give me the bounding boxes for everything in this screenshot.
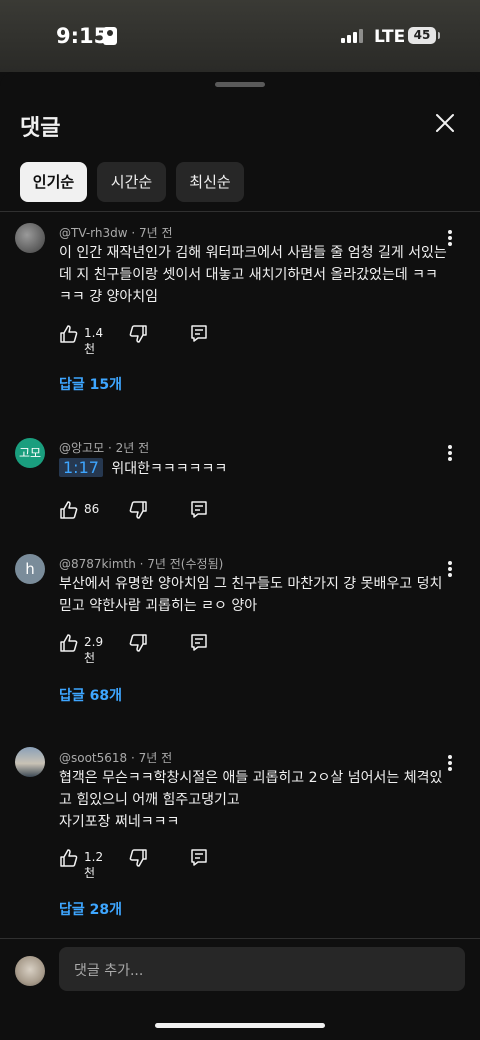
thumbs-up-icon[interactable]	[59, 500, 79, 520]
divider	[0, 938, 480, 939]
comment-text: 1:17 위대한ㅋㅋㅋㅋㅋㅋ	[59, 457, 449, 480]
comment-meta: @앙고모 · 2년 전	[59, 441, 150, 455]
reply-icon[interactable]	[189, 500, 209, 520]
avatar[interactable]: h	[15, 554, 45, 584]
network-type: LTE	[374, 27, 406, 47]
comment-age: 7년 전(수정됨)	[147, 557, 224, 571]
thumbs-down-icon[interactable]	[128, 324, 148, 344]
close-icon[interactable]	[430, 108, 460, 138]
view-replies-button[interactable]: 답글 28개	[59, 899, 122, 919]
chip-popular[interactable]: 인기순	[20, 162, 87, 202]
thumbs-down-icon[interactable]	[128, 500, 148, 520]
chip-newest[interactable]: 최신순	[176, 162, 244, 202]
reply-icon[interactable]	[189, 324, 209, 344]
sheet-title: 댓글	[20, 116, 61, 141]
thumbs-down-icon[interactable]	[128, 633, 148, 653]
status-bar: 9:15 LTE 45	[0, 0, 480, 72]
like-count: 1.2천	[84, 850, 104, 880]
comment-author[interactable]: @앙고모	[59, 441, 104, 455]
comment-meta: @soot5618 · 7년 전	[59, 751, 173, 765]
reply-icon[interactable]	[189, 848, 209, 868]
comment-text: 협객은 무슨ㅋㅋ학창시절은 애들 괴롭히고 2ㅇ살 넘어서는 체격있고 힘있으니…	[59, 770, 443, 830]
video-timestamp-link[interactable]: 1:17	[59, 458, 103, 477]
add-comment-input[interactable]: 댓글 추가...	[59, 947, 465, 991]
battery-icon: 45	[408, 27, 440, 44]
comment-age: 7년 전	[139, 226, 173, 240]
comment-author[interactable]: @8787kimth	[59, 557, 136, 571]
comment-meta: @TV-rh3dw · 7년 전	[59, 226, 173, 240]
like-count: 2.9천	[84, 635, 104, 665]
comment-age: 7년 전	[138, 751, 173, 765]
divider	[0, 211, 480, 212]
view-replies-button[interactable]: 답글 68개	[59, 685, 122, 705]
avatar[interactable]	[15, 223, 45, 253]
like-count: 86	[84, 502, 100, 516]
avatar[interactable]	[15, 747, 45, 777]
comment-text: 부산에서 유명한 양아치임 그 친구들도 마찬가지 걍 못배우고 덩치믿고 약한…	[59, 576, 443, 614]
sheet-drag-handle[interactable]	[215, 82, 265, 87]
thumbs-down-icon[interactable]	[128, 848, 148, 868]
chip-by-time[interactable]: 시간순	[97, 162, 166, 202]
home-indicator[interactable]	[155, 1023, 325, 1028]
comment-meta: @8787kimth · 7년 전(수정됨)	[59, 557, 224, 571]
my-avatar	[15, 956, 45, 986]
status-time: 9:15	[56, 24, 109, 48]
like-count: 1.4천	[84, 326, 104, 356]
view-replies-button[interactable]: 답글 15개	[59, 374, 122, 394]
thumbs-up-icon[interactable]	[59, 324, 79, 344]
comment-text-body: 위대한ㅋㅋㅋㅋㅋㅋ	[111, 461, 228, 477]
focus-mode-icon	[103, 27, 117, 45]
thumbs-up-icon[interactable]	[59, 848, 79, 868]
add-comment-placeholder: 댓글 추가...	[74, 963, 144, 979]
comment-text: 이 인간 재작년인가 김해 워터파크에서 사람들 줄 엄청 길게 서있는데 지 …	[59, 245, 447, 305]
avatar[interactable]: 고모	[15, 438, 45, 468]
comments-sheet: 댓글 인기순 시간순 최신순 @TV-rh3dw · 7년 전 이 인간 재작년…	[0, 72, 480, 1040]
reply-icon[interactable]	[189, 633, 209, 653]
comment-author[interactable]: @TV-rh3dw	[59, 226, 128, 240]
thumbs-up-icon[interactable]	[59, 633, 79, 653]
comment-author[interactable]: @soot5618	[59, 751, 127, 765]
cellular-signal-icon	[341, 29, 363, 43]
comment-age: 2년 전	[115, 441, 150, 455]
